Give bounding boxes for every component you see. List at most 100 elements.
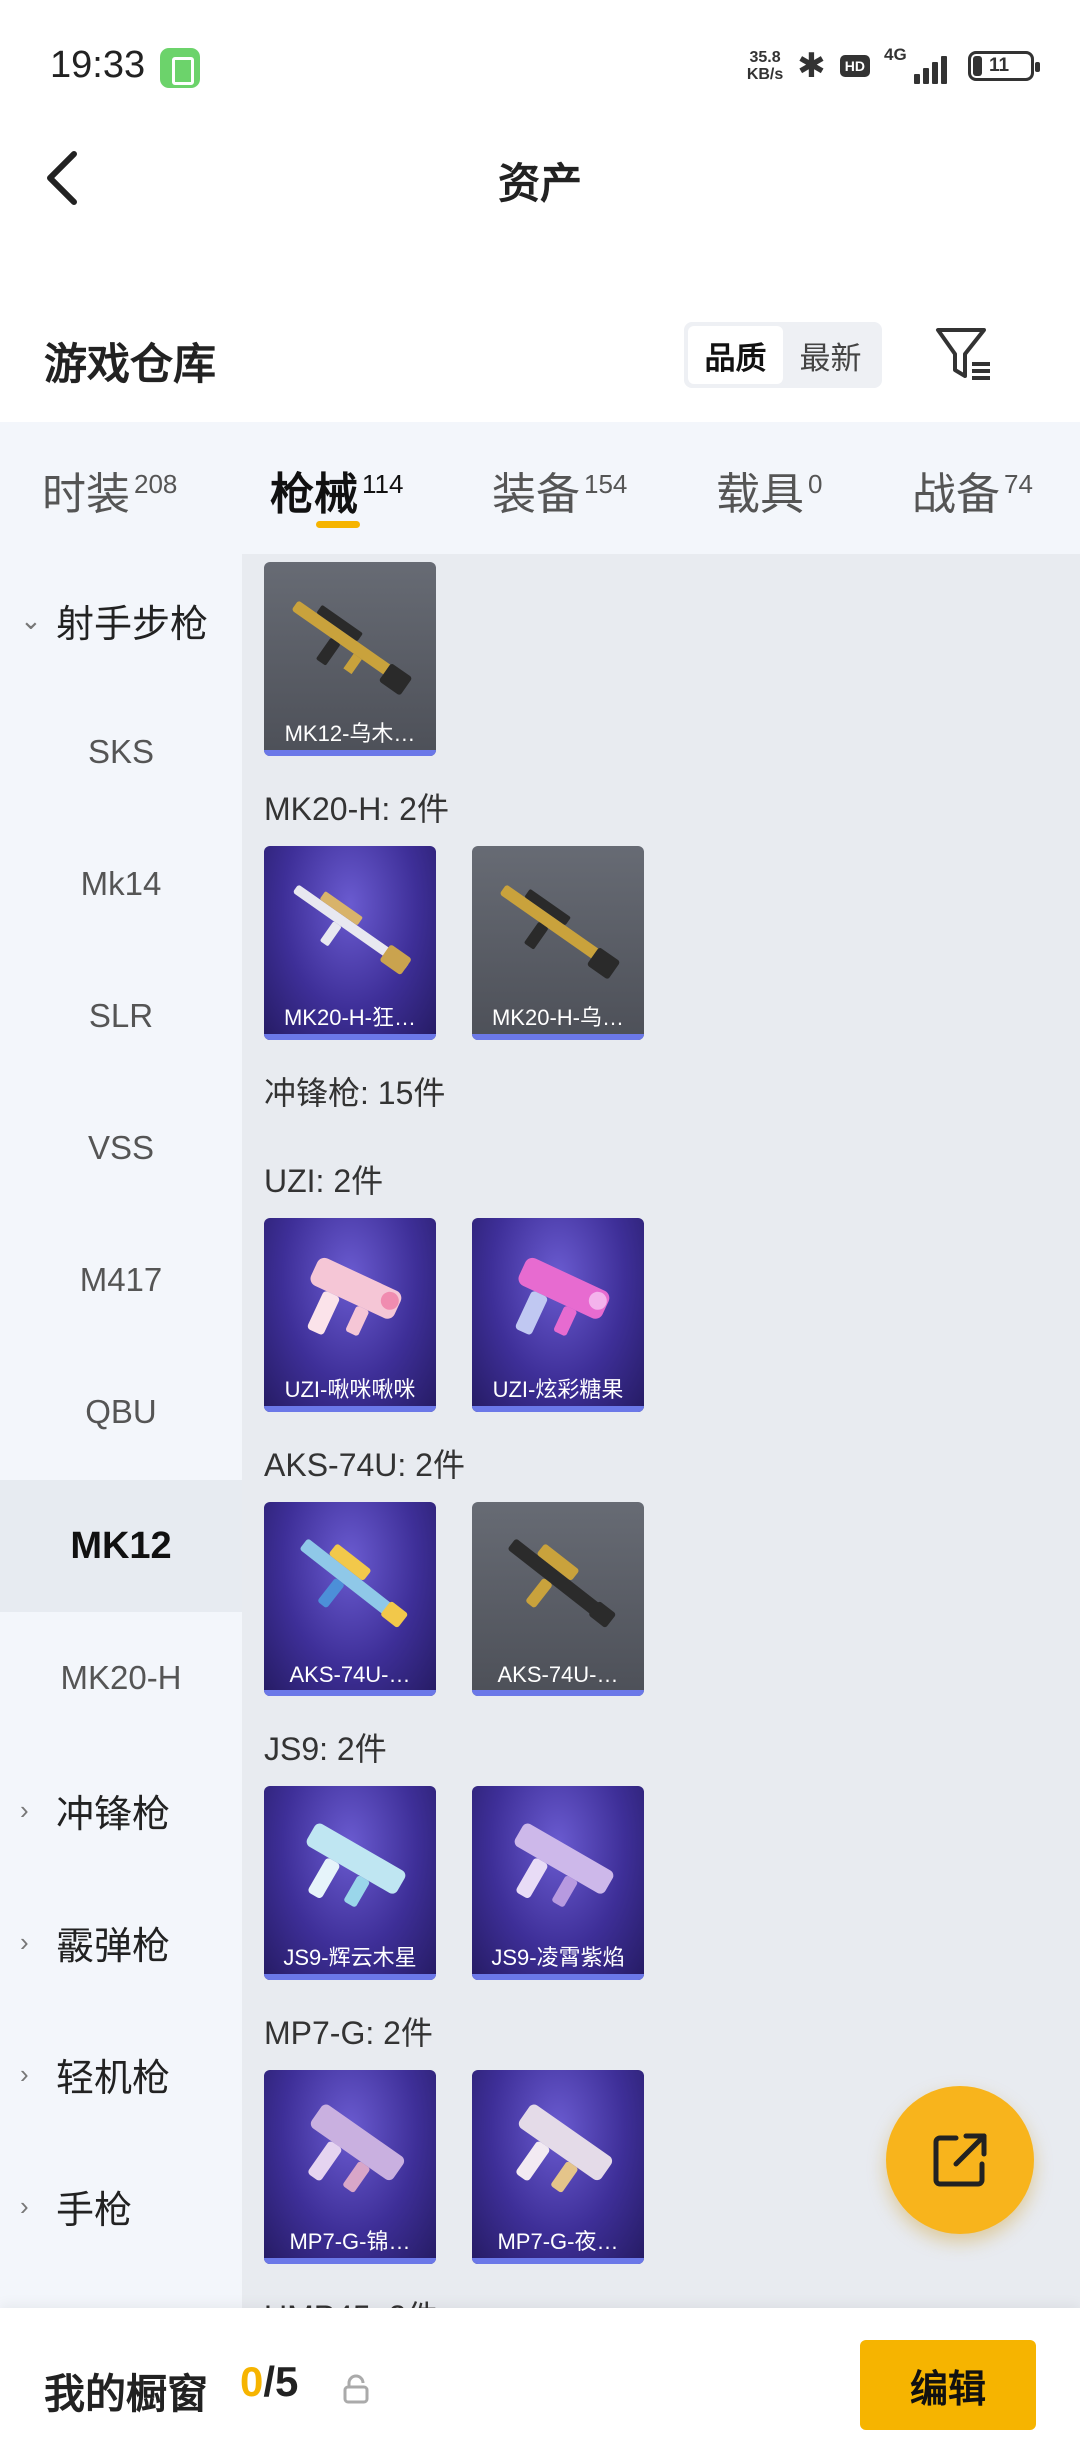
- status-time: 19:33: [50, 44, 146, 86]
- showcase-bar: 我的橱窗 0/5 编辑: [0, 2308, 1080, 2460]
- weapon-card[interactable]: MK20-H-乌…: [472, 846, 644, 1040]
- share-icon: [933, 2133, 987, 2187]
- weapon-card[interactable]: UZI-啾咪啾咪: [264, 1218, 436, 1412]
- battery-icon: 11: [968, 51, 1040, 81]
- sidebar-item-marksman-rifle[interactable]: ⌄ 射手步枪: [0, 554, 242, 686]
- sidebar-item-pistol[interactable]: › 手枪: [0, 2140, 242, 2272]
- group-label: MP7-G: 2件: [264, 2015, 433, 2051]
- weapon-card[interactable]: AKS-74U-…: [264, 1502, 436, 1696]
- rarity-stripe: [472, 1406, 644, 1412]
- group-label: AKS-74U: 2件: [264, 1447, 465, 1483]
- weapon-card-name: UZI-炫彩糖果: [492, 1377, 624, 1402]
- rifle-icon: [293, 885, 411, 975]
- weapon-card-name: MK20-H-乌…: [491, 1005, 624, 1030]
- sidebar-item-lmg[interactable]: › 轻机枪: [0, 2008, 242, 2140]
- rarity-stripe: [472, 2258, 644, 2264]
- sidebar-item-m417[interactable]: M417: [0, 1214, 242, 1346]
- edit-button[interactable]: 编辑: [860, 2340, 1036, 2430]
- group-label: UMP45: 2件: [264, 2292, 438, 2308]
- weapon-card[interactable]: MP7-G-夜…: [472, 2070, 644, 2264]
- rifle-icon: [500, 885, 620, 979]
- smg-icon: [516, 2104, 613, 2193]
- rifle-icon: [508, 1539, 616, 1628]
- weapon-card[interactable]: MK20-H-狂…: [264, 846, 436, 1040]
- category-tabs: 时装 208 枪械 114 装备 154 载具 0 战备 74: [0, 422, 1080, 554]
- weapon-card[interactable]: MK12-乌木…: [264, 562, 436, 756]
- smg-icon: [307, 1257, 402, 1336]
- smg-icon: [515, 1257, 610, 1336]
- sidebar-item-smg[interactable]: › 冲锋枪: [0, 1744, 242, 1876]
- showcase-count: 0/5: [240, 2358, 299, 2405]
- sidebar-item-qbu[interactable]: QBU: [0, 1346, 242, 1478]
- filter-icon[interactable]: [934, 324, 994, 384]
- lock-icon: [343, 2374, 369, 2404]
- weapon-card-name: MK12-乌木…: [284, 721, 416, 746]
- sidebar-item-mk12[interactable]: MK12: [0, 1480, 242, 1612]
- status-bar: 19:33 35.8 KB/s ✱ HD 4G 11: [0, 0, 1080, 130]
- notification-app-icon: [160, 48, 200, 88]
- rarity-stripe: [264, 1974, 436, 1980]
- weapon-card[interactable]: UZI-炫彩糖果: [472, 1218, 644, 1412]
- rarity-stripe: [264, 1406, 436, 1412]
- network-speed: 35.8 KB/s: [746, 49, 784, 83]
- bluetooth-icon: ✱: [797, 47, 826, 85]
- chevron-down-icon: ⌄: [20, 604, 42, 635]
- group-label: JS9: 2件: [264, 1731, 387, 1767]
- chevron-right-icon: ›: [20, 2058, 29, 2089]
- weapon-card-name: MP7-G-锦…: [289, 2229, 411, 2254]
- rifle-icon: [292, 601, 412, 695]
- signal-icon: 4G: [884, 45, 954, 84]
- weapon-card-name: JS9-辉云木星: [283, 1945, 417, 1970]
- rarity-stripe: [472, 1690, 644, 1696]
- sidebar-item-mk14[interactable]: Mk14: [0, 818, 242, 950]
- share-fab[interactable]: [886, 2086, 1034, 2234]
- rarity-stripe: [472, 1034, 644, 1040]
- tab-fashion[interactable]: 时装 208: [42, 458, 177, 522]
- assets-page: 19:33 35.8 KB/s ✱ HD 4G 11 资产 游戏仓库 品质 最新…: [0, 0, 1080, 2460]
- warehouse-title: 游戏仓库: [44, 341, 216, 389]
- sidebar-item-shotgun[interactable]: › 霰弹枪: [0, 1876, 242, 2008]
- weapon-card-name: MP7-G-夜…: [497, 2229, 619, 2254]
- sort-toggle: 品质 最新: [684, 322, 882, 388]
- chevron-right-icon: ›: [20, 2190, 29, 2221]
- sidebar-item-slr[interactable]: SLR: [0, 950, 242, 1082]
- sidebar-item-vss[interactable]: VSS: [0, 1082, 242, 1214]
- smg-icon: [308, 2104, 405, 2193]
- showcase-label: 我的橱窗: [44, 2371, 208, 2417]
- chevron-right-icon: ›: [20, 1794, 29, 1825]
- page-title: 资产: [497, 160, 582, 207]
- weapon-card[interactable]: JS9-凌霄紫焰: [472, 1786, 644, 1980]
- weapon-card-name: JS9-凌霄紫焰: [491, 1945, 625, 1970]
- sidebar-item-sks[interactable]: SKS: [0, 686, 242, 818]
- group-label: MK20-H: 2件: [264, 791, 449, 827]
- rarity-stripe: [264, 1690, 436, 1696]
- tab-active-indicator: [316, 521, 360, 528]
- rarity-stripe: [264, 1034, 436, 1040]
- sort-quality-button[interactable]: 品质: [688, 326, 783, 384]
- weapon-card[interactable]: AKS-74U-…: [472, 1502, 644, 1696]
- weapon-card[interactable]: JS9-辉云木星: [264, 1786, 436, 1980]
- weapon-card-name: AKS-74U-…: [497, 1662, 619, 1687]
- smg-icon: [514, 1823, 614, 1907]
- sidebar-item-mk20h[interactable]: MK20-H: [0, 1612, 242, 1744]
- rifle-icon: [300, 1539, 408, 1628]
- status-icons: 35.8 KB/s ✱ HD 4G 11: [746, 44, 1040, 88]
- sort-latest-button[interactable]: 最新: [783, 326, 878, 384]
- weapon-type-sidebar: ⌄ 射手步枪 SKS Mk14 SLR VSS M417 QBU MK12 MK2…: [0, 554, 242, 2308]
- weapon-grid: MK12-乌木… MK20-H: 2件 MK20-H-狂… MK20-H-乌… …: [242, 554, 1080, 2308]
- group-label: 冲锋枪: 15件: [264, 1075, 446, 1111]
- hd-icon: HD: [839, 55, 870, 77]
- group-label: UZI: 2件: [264, 1163, 384, 1199]
- rarity-stripe: [472, 1974, 644, 1980]
- tab-supplies[interactable]: 战备 74: [912, 458, 1033, 522]
- rarity-stripe: [264, 2258, 436, 2264]
- chevron-right-icon: ›: [20, 1926, 29, 1957]
- tab-equipment[interactable]: 装备 154: [492, 458, 627, 522]
- smg-icon: [306, 1823, 406, 1907]
- tab-vehicles[interactable]: 载具 0: [716, 458, 822, 522]
- rarity-stripe: [264, 750, 436, 756]
- weapon-card[interactable]: MP7-G-锦…: [264, 2070, 436, 2264]
- tab-firearms[interactable]: 枪械 114: [270, 458, 403, 522]
- weapon-card-name: AKS-74U-…: [289, 1662, 411, 1687]
- weapon-card-name: UZI-啾咪啾咪: [284, 1377, 416, 1402]
